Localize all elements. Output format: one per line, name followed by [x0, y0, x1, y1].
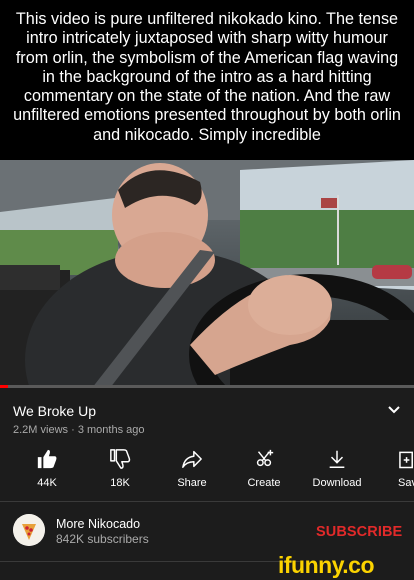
like-button[interactable]: 44K [14, 446, 80, 489]
download-button[interactable]: Download [304, 446, 370, 489]
download-icon [304, 446, 370, 472]
upload-age: 3 months ago [77, 424, 145, 436]
save-button[interactable]: Sav [376, 446, 414, 489]
meta-separator: · [71, 424, 78, 436]
thumbs-down-icon [87, 446, 153, 472]
video-player[interactable] [0, 160, 414, 388]
share-icon [159, 446, 225, 472]
thumbs-up-icon [14, 446, 80, 472]
share-button[interactable]: Share [159, 446, 225, 489]
create-label: Create [247, 477, 281, 489]
action-bar: 44K 18K Share Create Download Sa [0, 446, 414, 492]
subscribe-button[interactable]: SUBSCRIBE [316, 524, 402, 540]
dislike-count: 18K [110, 477, 130, 489]
post-caption: This video is pure unfiltered nikokado k… [13, 10, 401, 144]
avatar[interactable] [13, 514, 45, 546]
divider [0, 501, 414, 502]
bottom-divider [0, 561, 300, 562]
subscriber-count: 842K subscribers [56, 532, 149, 546]
watermark: ifunny.co [278, 552, 375, 578]
chevron-down-icon[interactable] [386, 403, 402, 417]
video-meta: 2.2M views · 3 months ago [13, 424, 144, 436]
save-icon [376, 446, 414, 472]
create-icon [231, 446, 297, 472]
save-label: Sav [398, 477, 414, 489]
view-count: 2.2M views [13, 424, 69, 436]
video-title[interactable]: We Broke Up [13, 403, 96, 419]
channel-name[interactable]: More Nikocado [56, 517, 140, 531]
like-count: 44K [37, 477, 57, 489]
create-button[interactable]: Create [231, 446, 297, 489]
video-frame [0, 160, 414, 388]
dislike-button[interactable]: 18K [87, 446, 153, 489]
share-label: Share [177, 477, 207, 489]
download-label: Download [312, 477, 362, 489]
